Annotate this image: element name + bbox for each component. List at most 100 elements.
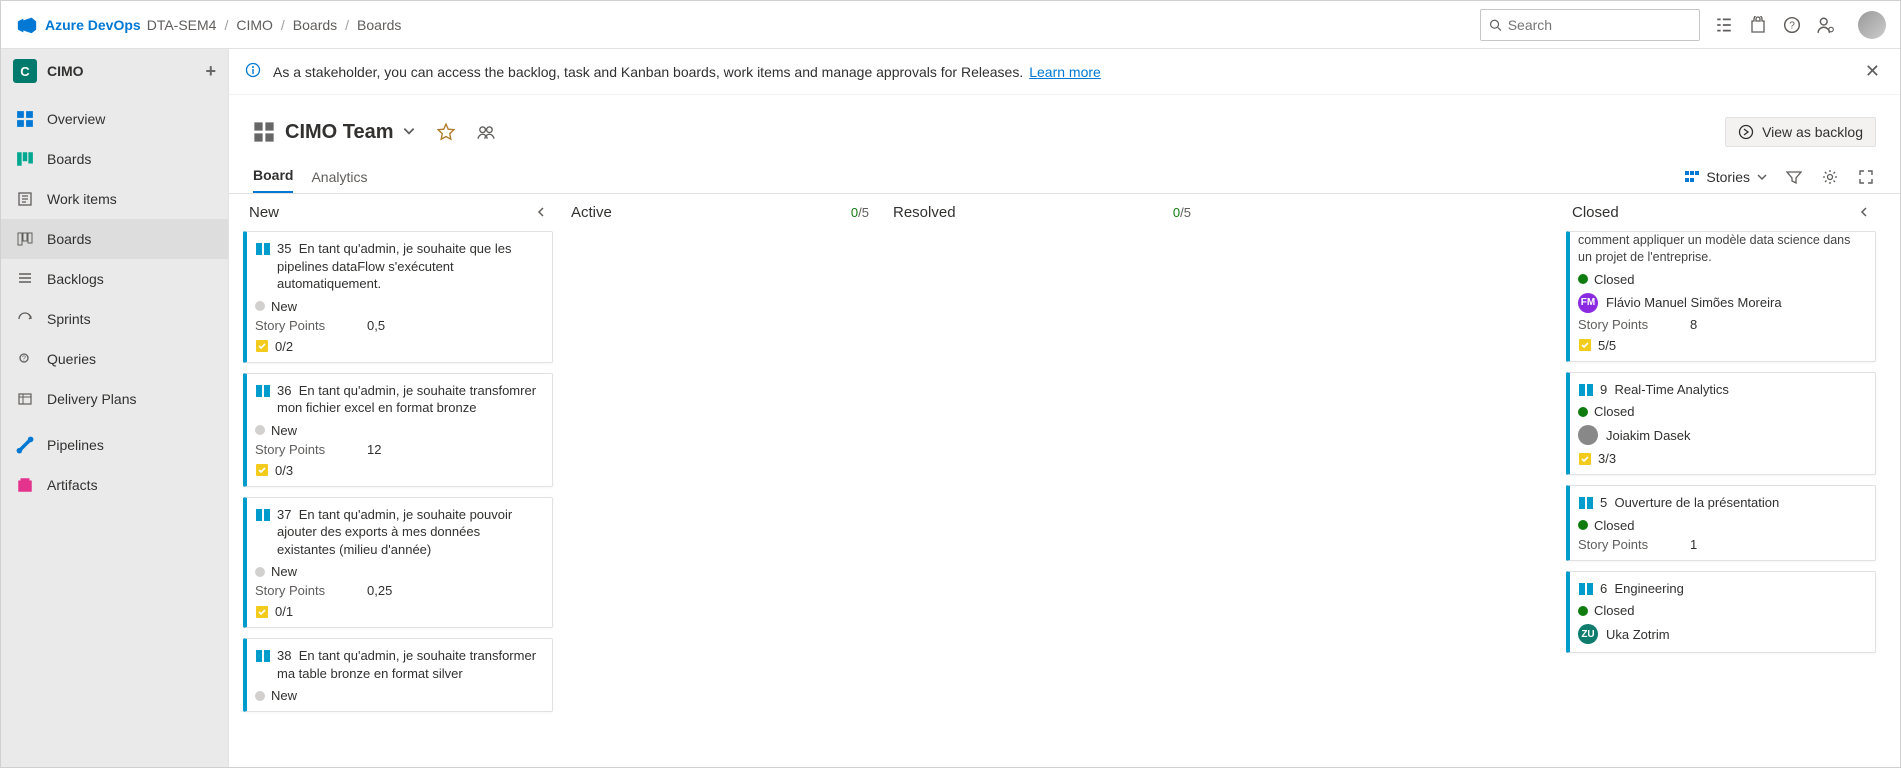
breadcrumb-project[interactable]: CIMO	[236, 17, 273, 33]
filter-icon[interactable]	[1784, 167, 1804, 187]
column-new: New 35 En tant qu'admin, je souhaite que…	[237, 194, 559, 767]
page-header: CIMO Team View as backlog	[229, 95, 1900, 151]
sidebar-item-queries[interactable]: ? Queries	[1, 339, 228, 379]
header-actions: ?	[1708, 11, 1892, 39]
new-item-icon[interactable]: +	[205, 61, 216, 82]
team-picker-chevron-icon[interactable]	[402, 124, 416, 141]
state-dot-icon	[255, 691, 265, 701]
card[interactable]: 35 En tant qu'admin, je souhaite que les…	[243, 231, 553, 363]
settings-icon[interactable]	[1820, 167, 1840, 187]
user-story-icon	[255, 648, 271, 664]
nav: Overview Boards Work items Boards Backlo…	[1, 99, 228, 505]
page-title[interactable]: CIMO Team	[285, 121, 394, 144]
card[interactable]: 37 En tant qu'admin, je souhaite pouvoir…	[243, 497, 553, 629]
collapse-left-icon[interactable]	[535, 205, 547, 221]
help-icon[interactable]: ?	[1782, 15, 1802, 35]
card[interactable]: 5 Ouverture de la présentationClosedStor…	[1566, 485, 1876, 561]
tab-analytics[interactable]: Analytics	[311, 161, 367, 193]
task-icon	[255, 463, 269, 477]
card-assignee: FMFlávio Manuel Simões Moreira	[1578, 293, 1865, 313]
brand-label[interactable]: Azure DevOps	[45, 17, 141, 33]
info-text: As a stakeholder, you can access the bac…	[273, 64, 1023, 80]
search-input[interactable]	[1508, 17, 1691, 33]
artifacts-icon	[15, 475, 35, 495]
column-header: Closed	[1560, 194, 1882, 231]
sidebar-item-pipelines[interactable]: Pipelines	[1, 425, 228, 465]
close-icon[interactable]: ✕	[1865, 61, 1880, 82]
user-story-icon	[255, 507, 271, 523]
backlog-level-picker[interactable]: Stories	[1684, 169, 1768, 185]
breadcrumb: / CIMO / Boards / Boards	[224, 17, 401, 33]
column-body[interactable]: 35 En tant qu'admin, je souhaite que les…	[237, 231, 559, 732]
sidebar-item-backlogs[interactable]: Backlogs	[1, 259, 228, 299]
column-body[interactable]	[881, 231, 1203, 241]
avatar-icon: FM	[1578, 293, 1598, 313]
sidebar-item-artifacts[interactable]: Artifacts	[1, 465, 228, 505]
crumb-sep: /	[281, 17, 285, 33]
user-settings-icon[interactable]	[1816, 15, 1836, 35]
chevron-down-icon	[1756, 171, 1768, 183]
breadcrumb-page[interactable]: Boards	[357, 17, 401, 33]
arrow-right-circle-icon	[1738, 124, 1754, 140]
column-title: Resolved	[893, 204, 956, 221]
card-assignee: Joiakim Dasek	[1578, 425, 1865, 445]
task-icon	[1578, 338, 1592, 352]
card-title: 5 Ouverture de la présentation	[1600, 494, 1779, 512]
sidebar-item-label: Pipelines	[47, 437, 104, 453]
card-tasks: 0/3	[255, 463, 542, 478]
sidebar-item-boards-sub[interactable]: Boards	[1, 219, 228, 259]
info-link[interactable]: Learn more	[1029, 64, 1101, 80]
search-icon	[1489, 18, 1502, 32]
favorite-icon[interactable]	[436, 122, 456, 142]
card-title: 9 Real-Time Analytics	[1600, 381, 1729, 399]
stories-label: Stories	[1706, 169, 1750, 185]
marketplace-icon[interactable]	[1748, 15, 1768, 35]
card-state: Closed	[1578, 518, 1865, 533]
sidebar: C CIMO + Overview Boards Work items	[1, 49, 229, 767]
team-members-icon[interactable]	[476, 122, 496, 142]
boards-icon	[15, 149, 35, 169]
sidebar-item-boards[interactable]: Boards	[1, 139, 228, 179]
card[interactable]: 9 Real-Time Analytics Closed Joiakim Dasek…	[1566, 372, 1876, 476]
sidebar-item-label: Overview	[47, 111, 105, 127]
column-body[interactable]	[559, 231, 881, 241]
column-title: New	[249, 204, 279, 221]
collapse-right-icon[interactable]	[1858, 205, 1870, 221]
user-story-icon	[255, 241, 271, 257]
info-icon	[245, 62, 261, 81]
column-closed: Closed comment appliquer un modèle data …	[1560, 194, 1882, 767]
view-as-backlog-button[interactable]: View as backlog	[1725, 117, 1876, 147]
sidebar-item-workitems[interactable]: Work items	[1, 179, 228, 219]
card[interactable]: 38 En tant qu'admin, je souhaite transfo…	[243, 638, 553, 712]
card-state: New	[255, 299, 542, 314]
card-tasks: 5/5	[1578, 338, 1865, 353]
card-state: Closed	[1578, 404, 1865, 419]
project-row[interactable]: C CIMO +	[1, 49, 228, 93]
card-story-points: Story Points0,25	[255, 583, 542, 598]
work-items-icon[interactable]	[1714, 15, 1734, 35]
card[interactable]: comment appliquer un modèle data science…	[1566, 231, 1876, 362]
tab-board[interactable]: Board	[253, 159, 293, 193]
column-body[interactable]: comment appliquer un modèle data science…	[1560, 231, 1882, 673]
card-tasks: 0/2	[255, 339, 542, 354]
breadcrumb-area[interactable]: Boards	[293, 17, 337, 33]
board: New 35 En tant qu'admin, je souhaite que…	[229, 194, 1900, 767]
avatar[interactable]	[1858, 11, 1886, 39]
fullscreen-icon[interactable]	[1856, 167, 1876, 187]
pipelines-icon	[15, 435, 35, 455]
sidebar-item-label: Boards	[47, 231, 91, 247]
sidebar-item-overview[interactable]: Overview	[1, 99, 228, 139]
breadcrumb-org[interactable]: DTA-SEM4	[147, 17, 217, 33]
sidebar-item-sprints[interactable]: Sprints	[1, 299, 228, 339]
backlog-level-icon	[1684, 169, 1700, 185]
task-icon	[1578, 452, 1592, 466]
sidebar-item-label: Delivery Plans	[47, 391, 136, 407]
sidebar-item-label: Boards	[47, 151, 91, 167]
card[interactable]: 36 En tant qu'admin, je souhaite transfo…	[243, 373, 553, 487]
azure-devops-logo-icon[interactable]	[15, 13, 39, 37]
tabs: Board Analytics Stories	[229, 151, 1900, 194]
column-resolved: Resolved 0/5	[881, 194, 1203, 767]
card[interactable]: 6 EngineeringClosedZUUka Zotrim	[1566, 571, 1876, 654]
sidebar-item-delivery[interactable]: Delivery Plans	[1, 379, 228, 419]
search-box[interactable]	[1480, 9, 1700, 41]
